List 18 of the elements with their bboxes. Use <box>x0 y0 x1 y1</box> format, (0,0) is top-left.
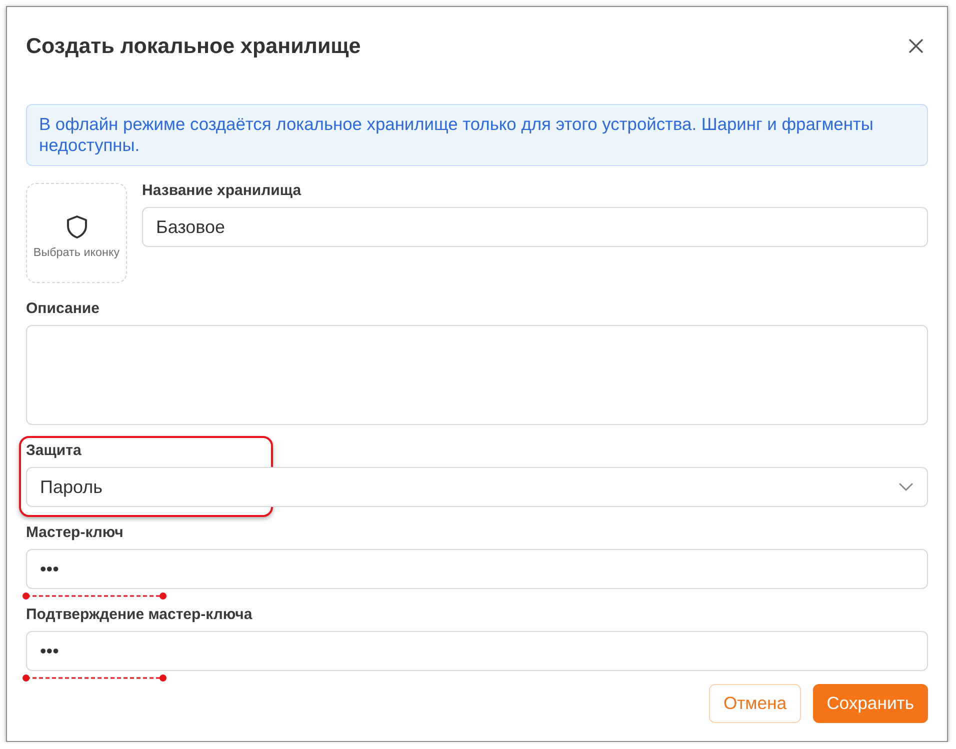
description-field[interactable] <box>26 325 928 425</box>
field-label: Подтверждение мастер-ключа <box>26 607 252 623</box>
chevron-down-icon <box>899 483 913 491</box>
password-field[interactable]: ••• <box>26 631 928 671</box>
close-icon <box>909 39 923 53</box>
name-field[interactable]: Базовое <box>142 207 928 247</box>
dialog-title: Создать локальное хранилище <box>26 34 361 58</box>
field-label: Мастер-ключ <box>26 525 124 541</box>
select-value: Пароль <box>40 476 102 498</box>
password-field[interactable]: ••• <box>26 549 928 589</box>
field-label: Описание <box>26 301 100 317</box>
field-label: Защита <box>26 443 82 459</box>
shield-icon <box>66 215 88 239</box>
choose-icon-button[interactable]: Выбрать иконку <box>26 183 127 283</box>
close-button[interactable] <box>907 37 925 55</box>
info-notice: В офлайн режиме создаётся локальное хранилище только для этого устройства. Шаринг и фрагменты недоступны. <box>26 104 928 166</box>
protection-select[interactable]: Пароль <box>26 467 928 507</box>
field-label: Название хранилища <box>142 183 302 199</box>
